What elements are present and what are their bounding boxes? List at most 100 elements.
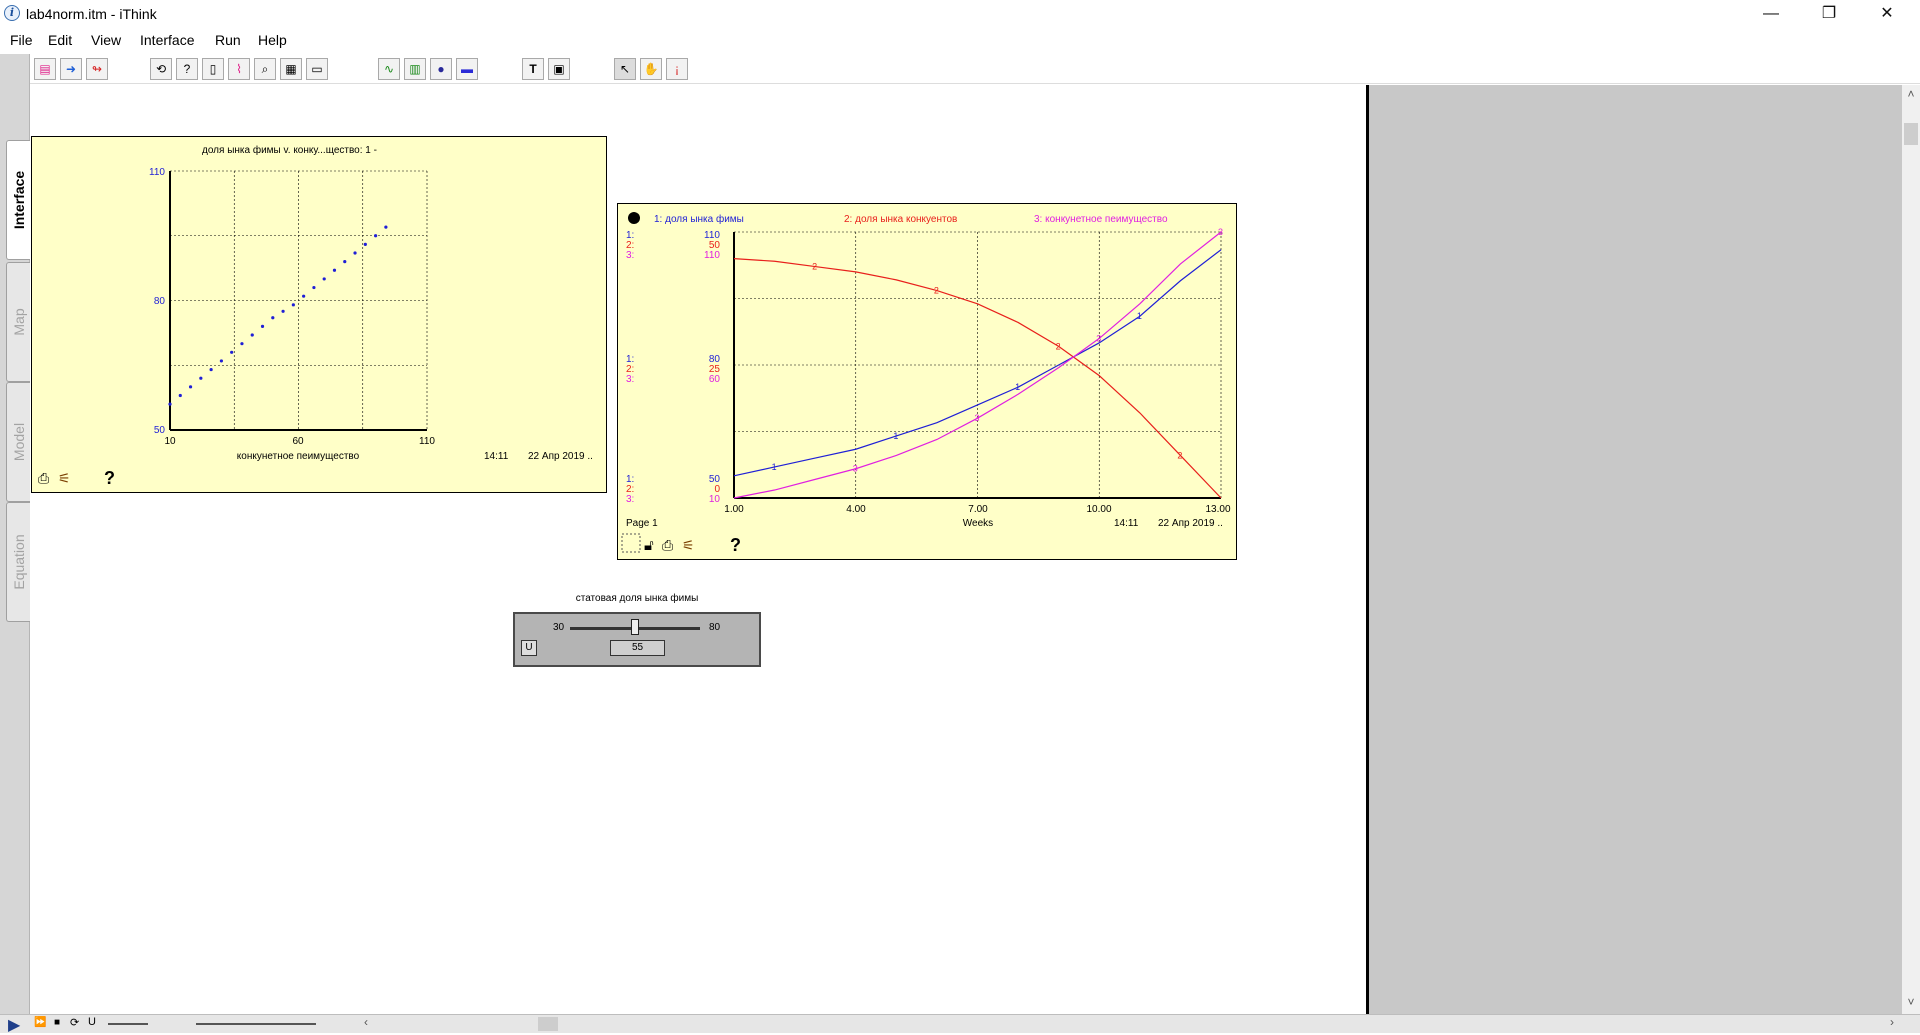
menu-edit[interactable]: Edit [48,32,72,48]
scale-mid-ids: 1: 2: 3: 80 25 60 [626,354,720,385]
scatter-point [188,385,193,389]
close-button[interactable]: ✕ [1864,0,1910,28]
speed-slider[interactable] [108,1023,148,1025]
time-time: 14:11 [1114,518,1139,529]
series-marker-1: 1 [1015,382,1020,392]
magic-wand-icon[interactable]: ⚟ [682,537,695,553]
fast-forward-icon[interactable]: ⏩ [34,1017,46,1028]
legend-series-2: 2: доля ынка конкуентов [844,214,957,225]
scroll-down-icon[interactable]: ˅ [1904,995,1918,1009]
page-icon[interactable]: ▤ [34,58,56,80]
scatter-ytick: 110 [149,167,165,178]
arrow-red-icon[interactable]: ↬ [86,58,108,80]
series-marker-3: 3 [1218,227,1223,237]
scroll-thumb[interactable] [1904,123,1918,145]
time-xtick: 7.00 [968,504,988,515]
doc-icon[interactable]: ▯ [202,58,224,80]
time-series: 1 1 1 1 2 2 2 2 3 3 3 3 [733,227,1223,499]
slider-thumb[interactable] [631,619,639,635]
scatter-point [250,333,254,337]
u-icon[interactable]: U [88,1016,96,1028]
time-date: 22 Апр 2019 .. [1158,518,1223,529]
graph-pin-icon[interactable] [628,212,640,224]
scatter-date: 22 Апр 2019 .. [528,451,593,462]
toolbar: ▤ ➜ ↬ ⟲ ? ▯ ⌇ ⌕ ▦ ▭ ∿ ▥ ● ▬ T ▣ ↖ ✋ ¡ [30,54,1920,84]
scroll-up-icon[interactable]: ˄ [1904,87,1918,101]
help-button[interactable]: ? [104,468,115,488]
scale-toggle-icon[interactable] [621,533,641,553]
help-icon[interactable]: ? [176,58,198,80]
side-tab-strip: Interface Map Model Equation [0,54,30,1014]
app-icon: i [4,5,20,21]
numeric-icon[interactable]: ▬ [456,58,478,80]
table-icon[interactable]: ▦ [280,58,302,80]
scatter-point [230,350,234,354]
scatter-title: доля ынка фимы v. конку...щество: 1 - [202,144,377,156]
dynamite-icon[interactable]: ¡ [666,58,688,80]
scatter-point [374,234,378,238]
scatter-point [281,309,285,313]
restore-button[interactable]: ❐ [1806,0,1852,28]
menu-file[interactable]: File [10,32,33,48]
slider-value[interactable]: 55 [610,640,665,656]
menu-view[interactable]: View [91,32,121,48]
legend-series-3: 3: конкунетное пеимущество [1034,214,1168,225]
text-icon[interactable]: T [522,58,544,80]
tab-model[interactable]: Model [6,382,30,502]
arrow-right-icon[interactable]: ➜ [60,58,82,80]
slider-reset-button[interactable]: U [521,640,537,656]
find-icon[interactable]: ⌕ [254,58,276,80]
vertical-scrollbar[interactable]: ˄ ˅ [1902,85,1920,1015]
scatter-graph-panel[interactable]: доля ынка фимы v. конку...щество: 1 - 11… [31,136,607,493]
help-button[interactable]: ? [730,535,741,555]
dot-icon[interactable]: ● [430,58,452,80]
scale-top-ids: 1: 2: 3: 110 50 110 [626,230,720,261]
offpage-area [1366,85,1902,1015]
scatter-point [332,268,337,272]
menu-help[interactable]: Help [258,32,287,48]
slider-max: 80 [709,622,721,633]
restore-run-icon[interactable]: ⟳ [70,1016,79,1029]
tab-equation[interactable]: Equation [6,502,30,622]
menu-interface[interactable]: Interface [140,32,194,48]
minimize-button[interactable]: — [1748,0,1794,28]
initial-share-slider[interactable]: 30 80 U 55 [513,612,761,667]
loop-icon[interactable]: ⟲ [150,58,172,80]
legend-series-1: 1: доля ынка фимы [654,213,744,225]
print-icon[interactable]: ⎙ [662,537,673,553]
series-marker-1: 1 [772,462,777,472]
series-marker-3: 3 [1096,333,1101,343]
scatter-point [168,402,172,406]
pointer-icon[interactable]: ↖ [614,58,636,80]
horizontal-scroll-thumb[interactable] [538,1017,558,1031]
time-grid [734,231,1222,498]
tab-interface[interactable]: Interface [6,140,30,260]
chart-icon[interactable]: ⌇ [228,58,250,80]
time-graph-panel[interactable]: 1: доля ынка фимы 2: доля ынка конкуенто… [617,203,1237,560]
scroll-left-icon[interactable]: ‹ [364,1015,368,1029]
print-icon[interactable]: ⎙ [38,470,49,486]
scatter-xtick: 110 [419,436,435,447]
magic-wand-icon[interactable]: ⚟ [58,470,71,486]
page-label[interactable]: Page 1 [626,518,658,529]
graph-icon[interactable]: ∿ [378,58,400,80]
timeline-slider[interactable] [196,1023,316,1025]
picture-icon[interactable]: ▣ [548,58,570,80]
run-icon[interactable]: ▶ [8,1015,20,1035]
stop-icon[interactable]: ■ [54,1017,60,1028]
tab-map[interactable]: Map [6,262,30,382]
scatter-point [302,294,306,298]
menu-run[interactable]: Run [215,32,241,48]
slider-min: 30 [553,622,565,633]
time-xtick: 4.00 [846,504,866,515]
grid-icon[interactable]: ▥ [404,58,426,80]
io-icon[interactable]: ▭ [306,58,328,80]
hand-icon[interactable]: ✋ [640,58,662,80]
time-xtick: 1.00 [724,504,744,515]
menu-bar: File Edit View Interface Run Help [0,28,1920,52]
run-control-bar: ▶ ⏩ ■ ⟳ U ‹ › [0,1014,1920,1035]
scatter-point [291,303,295,307]
lock-icon[interactable]: 🔓︎ [644,537,654,554]
scroll-right-icon[interactable]: › [1890,1015,1894,1029]
scatter-point [343,260,347,264]
